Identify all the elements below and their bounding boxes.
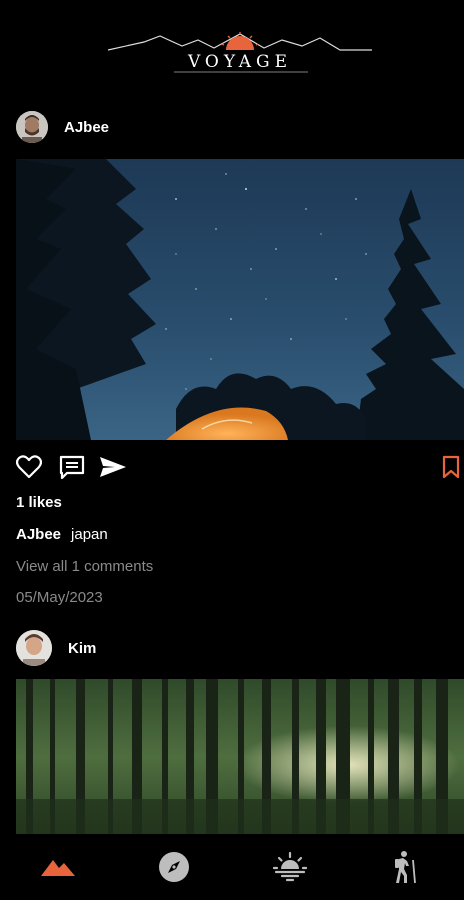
post-username[interactable]: AJbee [64, 119, 109, 136]
bottom-nav [0, 834, 464, 900]
caption-text: japan [71, 526, 108, 543]
post-photo[interactable] [16, 159, 464, 440]
caption-username[interactable]: AJbee [16, 526, 61, 543]
hiker-icon [395, 851, 416, 884]
view-comments-link[interactable]: View all 1 comments [16, 558, 153, 575]
sunrise-icon [273, 851, 307, 882]
post-photo[interactable] [16, 679, 464, 835]
nav-explore[interactable] [150, 847, 198, 887]
logo-text: VOYAGE [187, 52, 293, 72]
voyage-logo: VOYAGE [104, 30, 376, 78]
heart-icon[interactable] [15, 455, 43, 484]
mountains-icon [41, 860, 75, 876]
comment-icon[interactable] [59, 455, 85, 484]
avatar[interactable] [16, 630, 52, 666]
send-icon[interactable] [99, 455, 127, 484]
post-date: 05/May/2023 [16, 589, 103, 606]
post-header[interactable]: Kim [16, 630, 96, 666]
post-header[interactable]: AJbee [16, 111, 109, 143]
nav-home[interactable] [34, 847, 82, 887]
compass-icon [159, 852, 189, 882]
post-actions [15, 455, 464, 484]
nav-hikes[interactable] [382, 847, 430, 887]
likes-count: 1 likes [16, 494, 62, 511]
bookmark-icon[interactable] [442, 455, 460, 484]
avatar[interactable] [16, 111, 48, 143]
post-username[interactable]: Kim [68, 640, 96, 657]
post-caption: AJbee japan [16, 526, 108, 543]
nav-weather[interactable] [266, 847, 314, 887]
